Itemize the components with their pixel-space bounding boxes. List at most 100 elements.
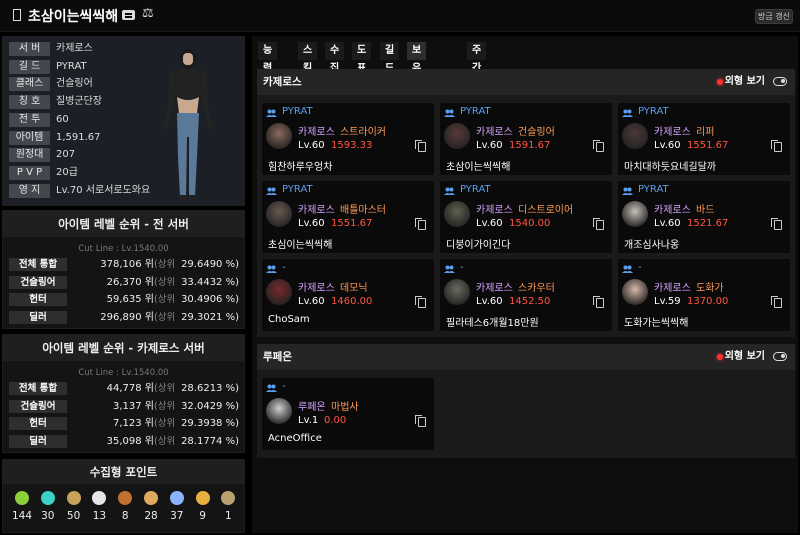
copy-icon[interactable] [593, 218, 604, 230]
character-card[interactable]: PYRAT 카제로스 디스트로이어 Lv.60 1540.00 디붕이가이긴다 [440, 181, 612, 253]
character-avatar [444, 279, 470, 305]
collect-item[interactable]: 13 [86, 488, 112, 522]
character-card[interactable]: - 카제로스 스카우터 Lv.60 1452.50 필라테스6개월18만원 [440, 259, 612, 331]
copy-icon[interactable] [415, 296, 426, 308]
rank-percent: 29.6490 %) [181, 259, 239, 270]
guild-members-icon [622, 187, 633, 195]
ignea-token-icon [118, 491, 133, 505]
character-level: Lv.60 [298, 218, 325, 229]
copy-icon[interactable] [415, 140, 426, 152]
profile-value: Lv.70 서로서로도와요 [56, 184, 151, 196]
collect-item[interactable]: 144 [9, 488, 35, 522]
character-class: 스카우터 [518, 283, 555, 294]
character-card[interactable]: - 카제로스 데모닉 Lv.60 1460.00 ChoSam [262, 259, 434, 331]
character-level: Lv.60 [476, 296, 503, 307]
character-avatar [266, 398, 292, 424]
look-toggle-label[interactable]: 외형 보기 [725, 69, 765, 95]
character-item-level: 1452.50 [509, 296, 551, 307]
rank-percent: 28.6213 %) [181, 383, 239, 394]
tab-item[interactable]: 수집 [325, 42, 345, 74]
copy-icon[interactable] [771, 218, 782, 230]
balance-scale-icon[interactable]: ⚖ [142, 6, 154, 21]
profile-label: P V P [9, 165, 50, 180]
collect-item[interactable]: 30 [35, 488, 61, 522]
character-item-level: 0.00 [324, 415, 347, 426]
character-level: Lv.1 [298, 415, 319, 426]
guild-members-icon [266, 109, 277, 117]
character-guild: - [638, 262, 642, 273]
character-card[interactable]: PYRAT 카제로스 배틀마스터 Lv.60 1551.67 초심이는씩씩해 [262, 181, 434, 253]
profile-label: 클래스 [9, 77, 50, 92]
character-server: 카제로스 [654, 205, 691, 216]
rank-label: 건슬링어 [9, 399, 67, 413]
tab-item[interactable]: 스킬 [298, 42, 318, 74]
copy-icon[interactable] [593, 296, 604, 308]
tab-item[interactable]: 길드 [380, 42, 400, 74]
copy-icon[interactable] [415, 415, 426, 427]
rank-label: 딜러 [9, 310, 67, 324]
profile-value: PYRAT [56, 60, 87, 72]
character-avatar [622, 201, 648, 227]
character-server: 카제로스 [298, 127, 335, 138]
collect-panel: 수집형 포인트 144 30 50 13 8 28 37 9 1 [2, 459, 245, 533]
character-card[interactable]: PYRAT 카제로스 스트라이커 Lv.60 1593.33 힘찬하루우엉차 [262, 103, 434, 175]
refresh-button[interactable]: 방금 갱신 [755, 9, 793, 24]
collect-item[interactable]: 50 [61, 488, 87, 522]
character-card[interactable]: PYRAT 카제로스 바드 Lv.60 1521.67 개조심사나옹 [618, 181, 790, 253]
profile-panel: 서 버 카제로스 길 드 PYRAT 클래스 건슬링어 칭 호 질병군단장 전 투 60 아이템 1,… [2, 36, 245, 206]
collect-item[interactable]: 8 [112, 488, 138, 522]
rank-up-label: (상위 [154, 383, 176, 394]
rank-label: 전체 통합 [9, 382, 67, 395]
status-dot-icon [717, 354, 723, 360]
character-avatar [622, 123, 648, 149]
character-card[interactable]: - 루페온 마법사 Lv.1 0.00 AcneOffice [262, 378, 434, 450]
tab-item[interactable]: 능력치 [258, 42, 278, 92]
profile-value: 207 [56, 149, 76, 161]
toggle-icon[interactable] [773, 77, 787, 86]
look-toggle-label[interactable]: 외형 보기 [725, 344, 765, 370]
character-card[interactable]: PYRAT 카제로스 리퍼 Lv.60 1551.67 마치대하듯요네길달까 [618, 103, 790, 175]
world-tree-leaf-icon [169, 491, 184, 505]
character-guild: PYRAT [460, 184, 491, 195]
character-card[interactable]: - 카제로스 도화가 Lv.59 1370.00 도화가는씩씩해 [618, 259, 790, 331]
server-section: 카제로스 외형 보기 PYRAT 카제로스 스트라이커 Lv.60 1593.33 힘찬하루우… [257, 69, 795, 337]
rank-up-label: (상위 [154, 435, 176, 447]
character-card[interactable]: PYRAT 카제로스 건슬링어 Lv.60 1591.67 초삼이는씩씩해 [440, 103, 612, 175]
character-level: Lv.60 [654, 218, 681, 229]
server-name: 카제로스 [263, 76, 302, 88]
character-guild: PYRAT [638, 184, 669, 195]
collect-count: 13 [92, 510, 107, 522]
copy-icon[interactable] [593, 140, 604, 152]
collect-item[interactable]: 28 [138, 488, 164, 522]
guild-members-icon [622, 265, 633, 273]
toggle-icon[interactable] [773, 352, 787, 361]
collect-item[interactable]: 9 [190, 488, 216, 522]
character-avatar [266, 123, 292, 149]
collect-count: 37 [170, 510, 184, 522]
copy-icon[interactable] [771, 296, 782, 308]
character-class: 마법사 [331, 402, 359, 413]
character-item-level: 1551.67 [687, 140, 729, 151]
bookmark-icon[interactable] [13, 9, 21, 21]
rank-number: 26,370 위 [106, 276, 154, 288]
rank-all-panel: 아이템 레벨 순위 - 전 서버 Cut Line : Lv.1540.00 전… [2, 210, 245, 329]
mokoko-seed-icon [15, 491, 29, 505]
tab-item[interactable]: 주간골드획득 [467, 42, 487, 146]
characters-area: 능력치스킬수집도표길드보유 캐릭터주간골드획득 카제로스외형 보기PYRAT카제… [252, 36, 798, 533]
rank-percent: 28.1774 %) [181, 435, 239, 447]
tab-item[interactable]: 보유 캐릭터 [407, 42, 427, 128]
character-server: 카제로스 [298, 205, 335, 216]
rank-row: 건슬링어 3,137 위 (상위 32.0429 %) [9, 399, 239, 414]
id-card-icon[interactable] [122, 10, 135, 20]
copy-icon[interactable] [415, 218, 426, 230]
character-guild: PYRAT [638, 106, 669, 117]
server-section: 루페온 외형 보기 - 루페온 마법사 Lv.1 0.00 AcneOffice [257, 344, 795, 458]
collect-item[interactable]: 37 [164, 488, 190, 522]
rank-server-title: 아이템 레벨 순위 - 카제로스 서버 [3, 335, 244, 361]
collect-item[interactable]: 1 [215, 488, 241, 522]
character-name: 초삼이는씩씩해 [446, 162, 511, 173]
tab-item[interactable]: 도표 [352, 42, 372, 74]
server-name: 루페온 [263, 351, 292, 363]
copy-icon[interactable] [771, 140, 782, 152]
rank-number: 378,106 위 [100, 259, 154, 270]
